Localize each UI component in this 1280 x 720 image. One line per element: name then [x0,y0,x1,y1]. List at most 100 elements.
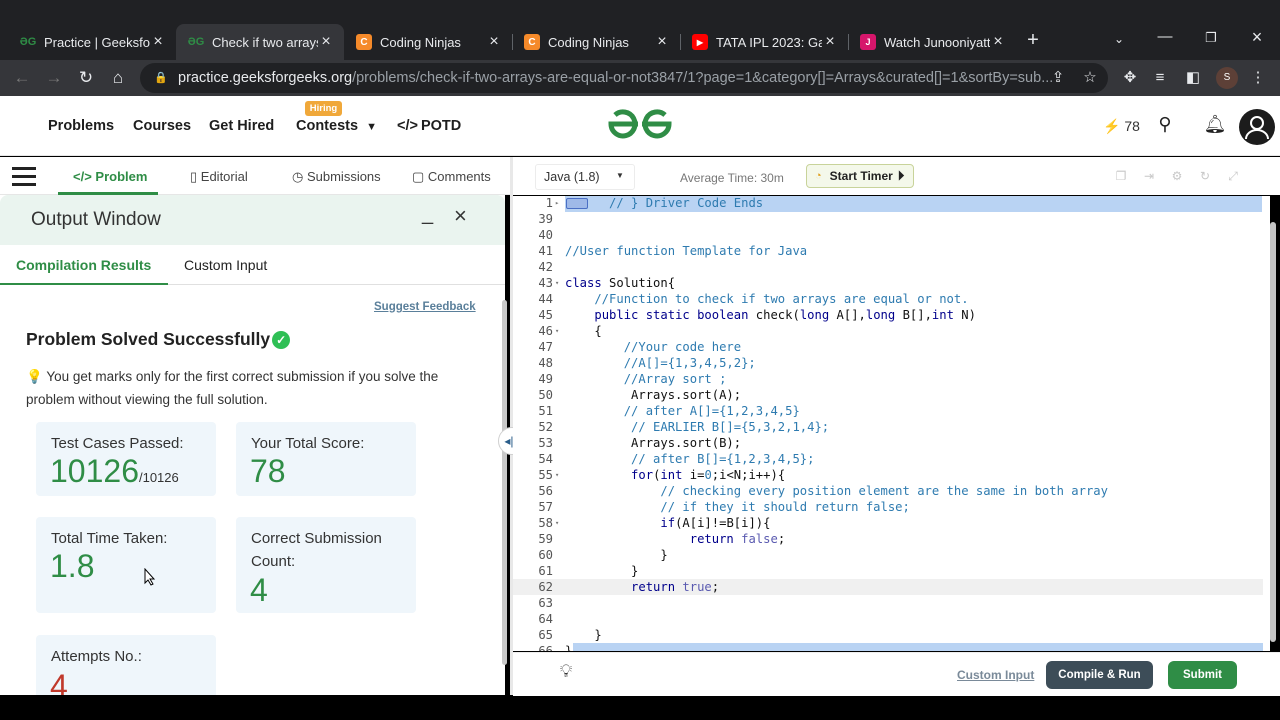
tab-problem[interactable]: </> Problem [73,169,147,184]
bell-icon[interactable]: 🔔︎ [1203,114,1227,138]
profile-avatar[interactable]: S [1216,67,1238,89]
fullscreen-icon[interactable]: ⤢ [1226,169,1240,183]
code-line: //A[]={1,3,4,5,2}; [565,356,756,370]
browser-tab[interactable]: C Coding Ninjas × [344,24,512,60]
media-icon[interactable]: ≡ [1150,68,1170,88]
nav-get-hired[interactable]: Get Hired [209,118,274,134]
comment-icon: ▢ [412,169,425,184]
extensions-icon[interactable]: ✥ [1120,68,1140,88]
mouse-cursor-icon [144,567,156,591]
coding-ninjas-icon: C [356,34,372,50]
tab-editorial[interactable]: ▯ Editorial [190,169,248,185]
close-tab-icon[interactable]: × [318,33,334,51]
address-bar[interactable]: 🔒 practice.geeksforgeeks.org /problems/c… [140,63,1108,93]
close-tab-icon[interactable]: × [486,33,502,51]
fold-arrow-icon[interactable]: ▾ [555,279,559,287]
nav-potd[interactable]: </> POTD [397,118,461,134]
user-avatar[interactable] [1239,109,1275,145]
code-line: public static boolean check(long A[],lon… [594,308,976,322]
language-select[interactable]: Java (1.8) ▼ [535,164,635,190]
forward-icon[interactable]: → [42,66,66,90]
close-panel-icon[interactable]: × [454,205,467,227]
suggest-feedback-link[interactable]: Suggest Feedback [374,301,476,313]
hamburger-menu-icon[interactable] [12,167,36,187]
fold-arrow-icon[interactable]: ▸ [555,199,559,207]
submit-button[interactable]: Submit [1168,661,1237,689]
browser-tab[interactable]: ƏG Practice | GeeksforG × [8,24,176,60]
close-tab-icon[interactable]: × [822,33,838,51]
import-icon[interactable]: ⇥ [1142,169,1156,183]
line-number: 53 [538,436,553,450]
code-line: } [565,628,602,642]
total-score-value: 78 [250,453,286,489]
close-tab-icon[interactable]: × [654,33,670,51]
back-icon[interactable]: ← [10,66,34,90]
tab-comments[interactable]: ▢ Comments [412,169,491,185]
lock-icon: 🔒 [154,72,168,84]
browser-tab[interactable]: J Watch Junooniyatt × [848,24,1016,60]
menu-dots-icon[interactable]: ⋮ [1248,68,1268,88]
close-window-icon[interactable]: × [1242,27,1272,48]
close-tab-icon[interactable]: × [990,33,1006,51]
tab-compilation-results[interactable]: Compilation Results [16,257,151,273]
home-icon[interactable]: ⌂ [106,66,130,90]
code-line: //Function to check if two arrays are eq… [565,292,969,306]
gfg-logo[interactable] [605,106,675,142]
line-number: 54 [538,452,553,466]
line-number: 42 [538,260,553,274]
search-icon[interactable]: ⚲ [1153,114,1177,138]
new-tab-button[interactable]: + [1018,29,1048,52]
tab-custom-input[interactable]: Custom Input [184,257,267,273]
editor-footer [513,652,1280,696]
browser-tab[interactable]: C Coding Ninjas × [512,24,680,60]
tab-submissions[interactable]: ◷ Submissions [292,169,381,185]
close-tab-icon[interactable]: × [150,33,166,51]
nav-problems[interactable]: Problems [48,118,114,134]
reload-icon[interactable]: ↻ [74,66,98,90]
output-subtabs: Compilation Results Custom Input [0,245,505,285]
start-timer-button[interactable]: ◔ Start Timer ⏵ [806,164,914,188]
code-line: return false; [689,532,786,546]
site-header: Problems Courses Get Hired Hiring Contes… [0,96,1280,156]
line-number: 60 [538,548,553,562]
fold-arrow-icon[interactable]: ▾ [555,519,559,527]
document-icon: ▯ [190,169,198,184]
side-panel-icon[interactable]: ◧ [1183,68,1203,88]
tab-search-icon[interactable]: ⌄ [1104,32,1134,46]
code-line: // if they it should return false; [565,500,910,514]
custom-input-link[interactable]: Custom Input [957,668,1034,682]
streak-count[interactable]: ⚡ 78 [1103,118,1140,135]
editor-scrollbar[interactable] [1270,222,1276,642]
success-status: Problem Solved Successfully ✓ [26,329,291,350]
nav-contests[interactable]: Contests ▼ [296,118,377,134]
hiring-badge: Hiring [305,101,342,116]
browser-tab[interactable]: ▶ TATA IPL 2023: Gayl × [680,24,848,60]
nav-courses[interactable]: Courses [133,118,191,134]
share-icon[interactable]: ⇪ [1048,68,1068,88]
code-line: // after A[]={1,2,3,4,5} [565,404,800,418]
code-editor[interactable]: 1 ▸ 39 40 41 42 43 ▾ 44 45 46 ▾ 47 48 49 50 51 52 53 54 55 ▾ 5… [513,196,1270,651]
settings-gear-icon[interactable]: ⚙ [1170,169,1184,183]
line-number: 39 [538,212,553,226]
hint-bulb-icon[interactable]: 💡︎ [555,661,577,687]
restore-icon[interactable]: ❐ [1196,30,1226,46]
line-number: 56 [538,484,553,498]
fold-arrow-icon[interactable]: ▾ [555,327,559,335]
bookmark-star-icon[interactable]: ☆ [1080,68,1100,88]
copy-icon[interactable]: ❐ [1114,169,1128,183]
line-number: 44 [538,292,553,306]
code-line: if(A[i]!=B[i]){ [660,516,771,530]
line-number: 50 [538,388,553,402]
fold-arrow-icon[interactable]: ▾ [555,471,559,479]
gfg-icon: ƏG [187,36,205,48]
reset-icon[interactable]: ↻ [1198,169,1212,183]
compile-run-button[interactable]: Compile & Run [1046,661,1153,689]
line-number: 58 [538,516,553,530]
browser-tab-active[interactable]: ƏG Check if two arrays × [176,24,344,60]
code-line: class Solution{ [565,276,676,290]
minimize-panel-icon[interactable]: _ [422,203,433,226]
minimize-icon[interactable]: — [1150,28,1180,45]
output-scrollbar[interactable] [502,300,507,665]
code-line: } [565,564,639,578]
code-line: { [565,324,602,338]
